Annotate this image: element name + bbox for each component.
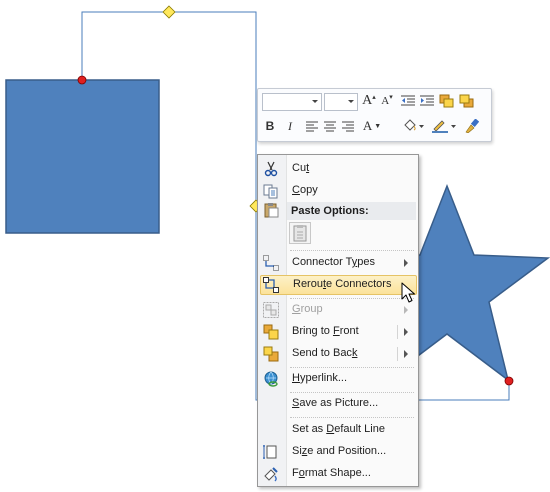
shrink-font-button[interactable]: A ▾ [378, 92, 396, 110]
align-left-icon [306, 121, 318, 131]
menu-item-format-shape[interactable]: Format Shape... [260, 464, 415, 484]
send-to-back-icon [263, 346, 279, 362]
menu-item-label: Reroute Connectors [293, 278, 392, 290]
rectangle-shape[interactable] [5, 79, 160, 234]
size-position-icon [263, 445, 277, 459]
grow-font-button[interactable]: A ▴ [360, 92, 378, 110]
menu-item-bring-to-front[interactable]: Bring to Front [260, 322, 415, 342]
menu-item-save-as-picture[interactable]: Save as Picture... [260, 394, 415, 414]
group-icon [263, 302, 279, 318]
menu-item-label: Copy [292, 184, 318, 196]
font-name-combo[interactable] [262, 93, 322, 111]
paint-bucket-icon [404, 119, 424, 131]
paste-keep-formatting-button[interactable] [289, 222, 311, 244]
italic-label: I [288, 118, 292, 133]
bring-forward-icon [439, 94, 454, 108]
bring-to-front-icon [263, 324, 279, 340]
format-painter-icon [465, 119, 479, 133]
mini-toolbar: A ▴ A ▾ B I A ▼ [257, 88, 492, 142]
menu-separator [290, 298, 414, 299]
connector-start-point[interactable] [77, 75, 87, 85]
paste-icon [264, 203, 279, 218]
copy-icon [263, 184, 278, 199]
menu-item-label: Send to Back [292, 347, 358, 359]
hyperlink-icon [264, 371, 278, 387]
align-left-button[interactable] [303, 117, 321, 135]
menu-item-connector-types[interactable]: Connector Types [260, 253, 415, 273]
menu-item-set-as-default-line[interactable]: Set as Default Line [260, 420, 415, 440]
increase-indent-icon [420, 95, 434, 106]
align-center-button[interactable] [321, 117, 339, 135]
shrink-font-label: A [381, 95, 390, 107]
menu-item-group[interactable]: Group [260, 300, 415, 320]
menu-separator [290, 367, 414, 368]
menu-item-label: Set as Default Line [292, 423, 385, 435]
font-color-button[interactable]: A ▼ [363, 117, 381, 135]
send-backward-button[interactable] [458, 92, 476, 110]
menu-item-copy[interactable]: Copy [260, 181, 415, 201]
italic-button[interactable]: I [281, 117, 299, 135]
menu-item-label: Connector Types [292, 256, 375, 268]
font-color-label: A [362, 118, 373, 133]
menu-item-label: Format Shape... [292, 467, 371, 479]
menu-item-label: Bring to Front [292, 325, 359, 337]
menu-item-label: Save as Picture... [292, 397, 379, 409]
menu-item-reroute-connectors[interactable]: Reroute Connectors [260, 275, 417, 295]
submenu-arrow-icon[interactable] [404, 328, 408, 336]
chevron-down-icon[interactable] [348, 100, 354, 103]
font-size-combo[interactable] [324, 93, 358, 111]
bold-button[interactable]: B [261, 117, 279, 135]
menu-item-cut[interactable]: Cut [260, 159, 415, 179]
send-backward-icon [459, 94, 474, 108]
split-divider [397, 347, 398, 361]
align-right-button[interactable] [339, 117, 357, 135]
menu-item-size-and-position[interactable]: Size and Position... [260, 442, 415, 462]
shape-fill-button[interactable] [400, 117, 426, 135]
format-painter-button[interactable] [463, 117, 481, 135]
mouse-pointer-icon [401, 282, 415, 303]
adjust-handle-top[interactable] [162, 5, 176, 19]
menu-item-send-to-back[interactable]: Send to Back [260, 344, 415, 364]
menu-separator [290, 392, 414, 393]
menu-item-label: Cut [292, 162, 310, 174]
connector-end-point[interactable] [504, 376, 514, 386]
decrease-indent-button[interactable] [399, 92, 417, 110]
paste-options-header: Paste Options: [287, 202, 416, 220]
menu-separator [290, 250, 414, 251]
bring-forward-button[interactable] [438, 92, 456, 110]
menu-item-hyperlink[interactable]: Hyperlink... [260, 369, 415, 389]
shape-outline-button[interactable] [430, 117, 458, 135]
context-menu: Cut Copy Paste Options: Connector Types … [257, 154, 419, 487]
reroute-connectors-icon [263, 277, 279, 293]
menu-item-label: Group [292, 303, 323, 315]
align-center-icon [324, 121, 336, 131]
format-shape-icon [264, 467, 278, 482]
submenu-arrow-icon [404, 306, 408, 314]
shape-outline-icon [432, 120, 456, 133]
grow-font-label: A [362, 93, 373, 108]
paste-keep-icon [293, 225, 307, 242]
scissors-icon [264, 161, 278, 177]
split-divider [397, 325, 398, 339]
align-right-icon [342, 121, 354, 131]
connector-types-icon [263, 255, 279, 271]
menu-separator [290, 417, 414, 418]
menu-item-label: Hyperlink... [292, 372, 348, 384]
bold-label: B [265, 119, 275, 133]
paste-options-label: Paste Options: [291, 205, 369, 217]
submenu-arrow-icon[interactable] [404, 350, 408, 358]
decrease-indent-icon [401, 95, 415, 106]
chevron-down-icon[interactable] [312, 100, 318, 103]
menu-item-label: Size and Position... [292, 445, 387, 457]
increase-indent-button[interactable] [418, 92, 436, 110]
submenu-arrow-icon [404, 259, 408, 267]
